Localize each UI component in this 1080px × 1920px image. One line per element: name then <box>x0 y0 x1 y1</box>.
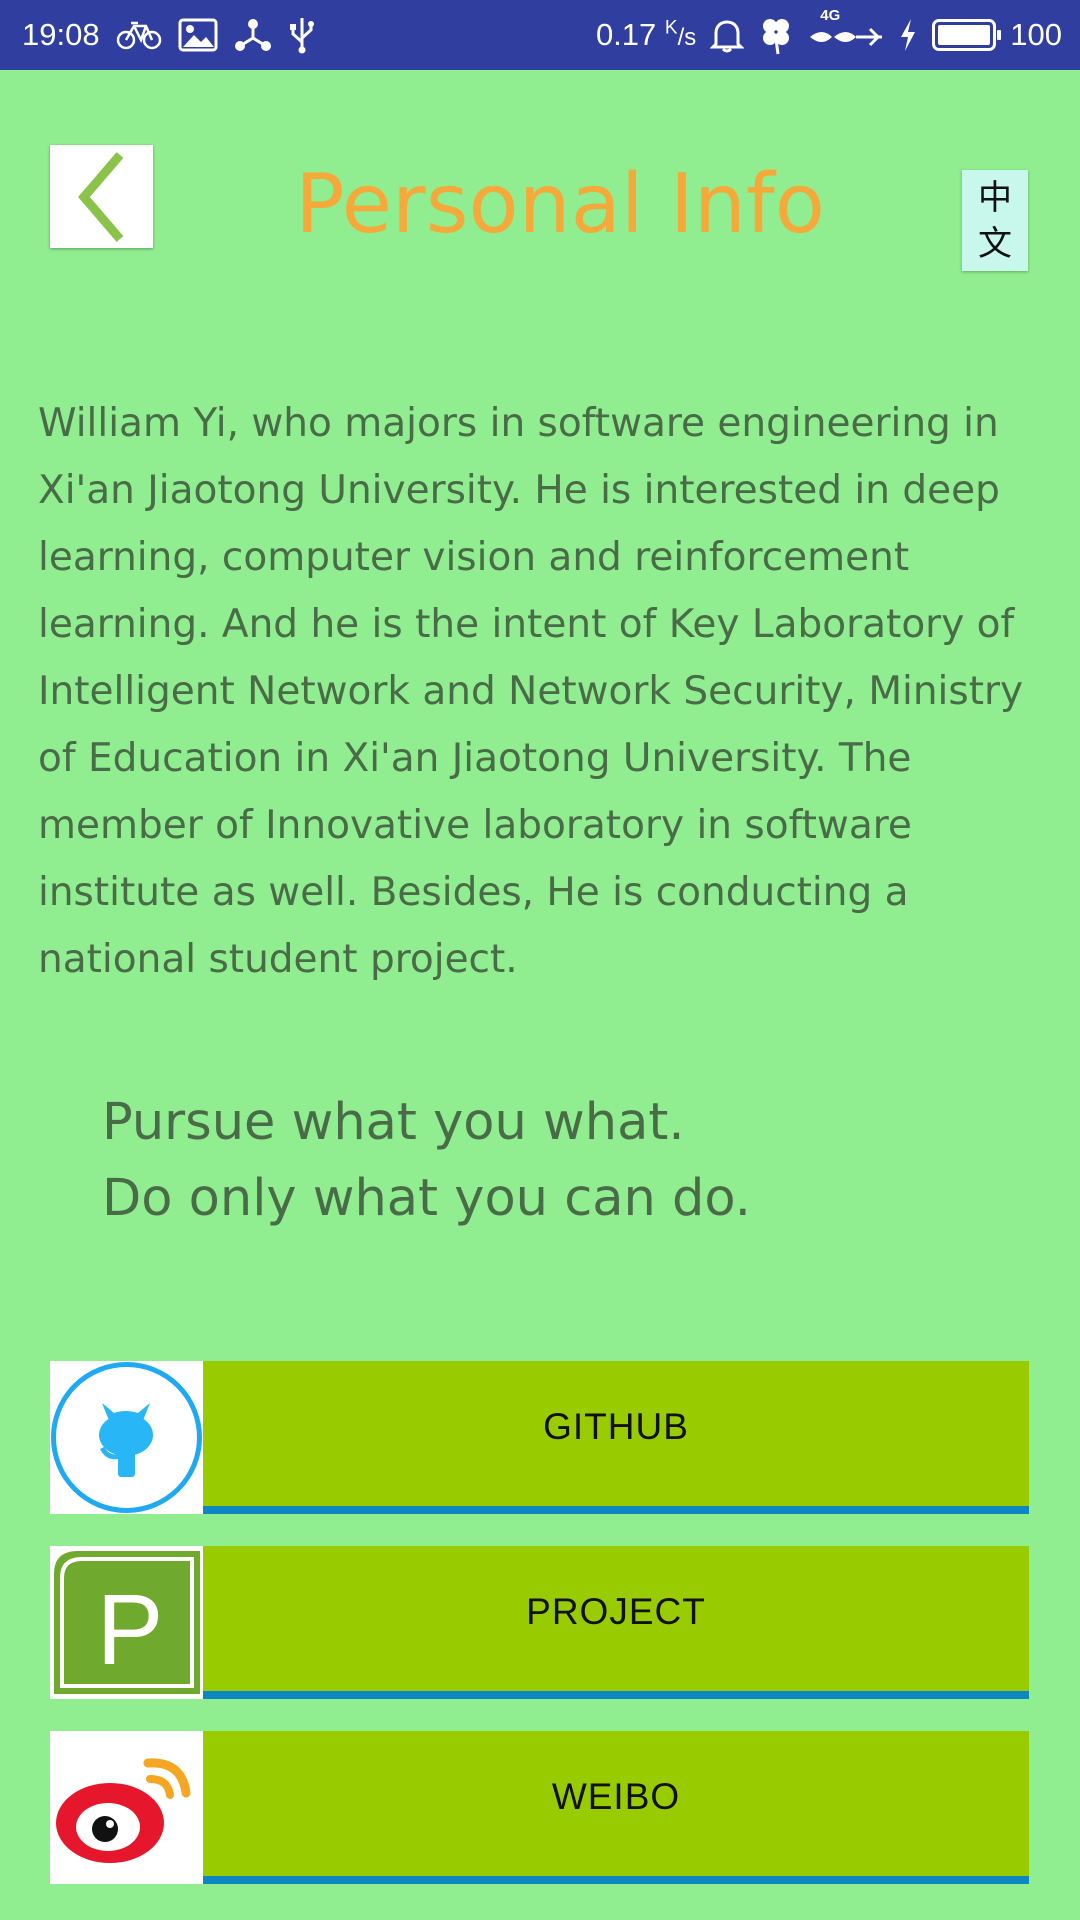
motto: Pursue what you what. Do only what you c… <box>102 1085 1002 1237</box>
github-row: GITHUB <box>50 1361 1029 1514</box>
share-nodes-icon <box>234 18 272 52</box>
project-row: P PROJECT <box>50 1546 1029 1699</box>
bell-icon <box>710 17 745 53</box>
github-button[interactable]: GITHUB <box>203 1361 1029 1514</box>
bio-text: William Yi, who majors in software engin… <box>38 401 1024 982</box>
image-icon <box>178 18 218 52</box>
bicycle-icon <box>116 20 162 50</box>
net-speed: 0.17 K/s <box>595 17 697 52</box>
charging-icon <box>898 17 918 53</box>
weibo-icon[interactable] <box>50 1731 203 1884</box>
back-button[interactable] <box>50 145 153 248</box>
network-type-label: 4G <box>820 7 841 24</box>
project-button[interactable]: PROJECT <box>203 1546 1029 1699</box>
weibo-button[interactable]: WEIBO <box>203 1731 1029 1884</box>
project-icon[interactable]: P <box>50 1546 203 1699</box>
status-bar: 19:08 0.17 K/s 4G 100 <box>0 0 1080 70</box>
weibo-row: WEIBO <box>50 1731 1029 1884</box>
github-icon[interactable] <box>50 1361 203 1514</box>
chevron-left-icon <box>77 151 123 242</box>
language-switch-button[interactable]: 中 文 <box>962 170 1028 271</box>
motto-line-2: Do only what you can do. <box>102 1169 751 1228</box>
svg-text:P: P <box>97 1574 164 1686</box>
battery-icon <box>932 19 1002 51</box>
status-time: 19:08 <box>22 17 100 52</box>
usb-icon <box>288 16 316 54</box>
lang-char-1: 中 <box>978 177 1012 218</box>
clover-icon <box>758 15 794 55</box>
motto-line-1: Pursue what you what. <box>102 1093 685 1152</box>
signal-4g-icon: 4G <box>808 7 884 53</box>
battery-level: 100 <box>1010 17 1062 52</box>
page-title: Personal Info <box>295 157 825 252</box>
lang-char-2: 文 <box>978 223 1012 264</box>
